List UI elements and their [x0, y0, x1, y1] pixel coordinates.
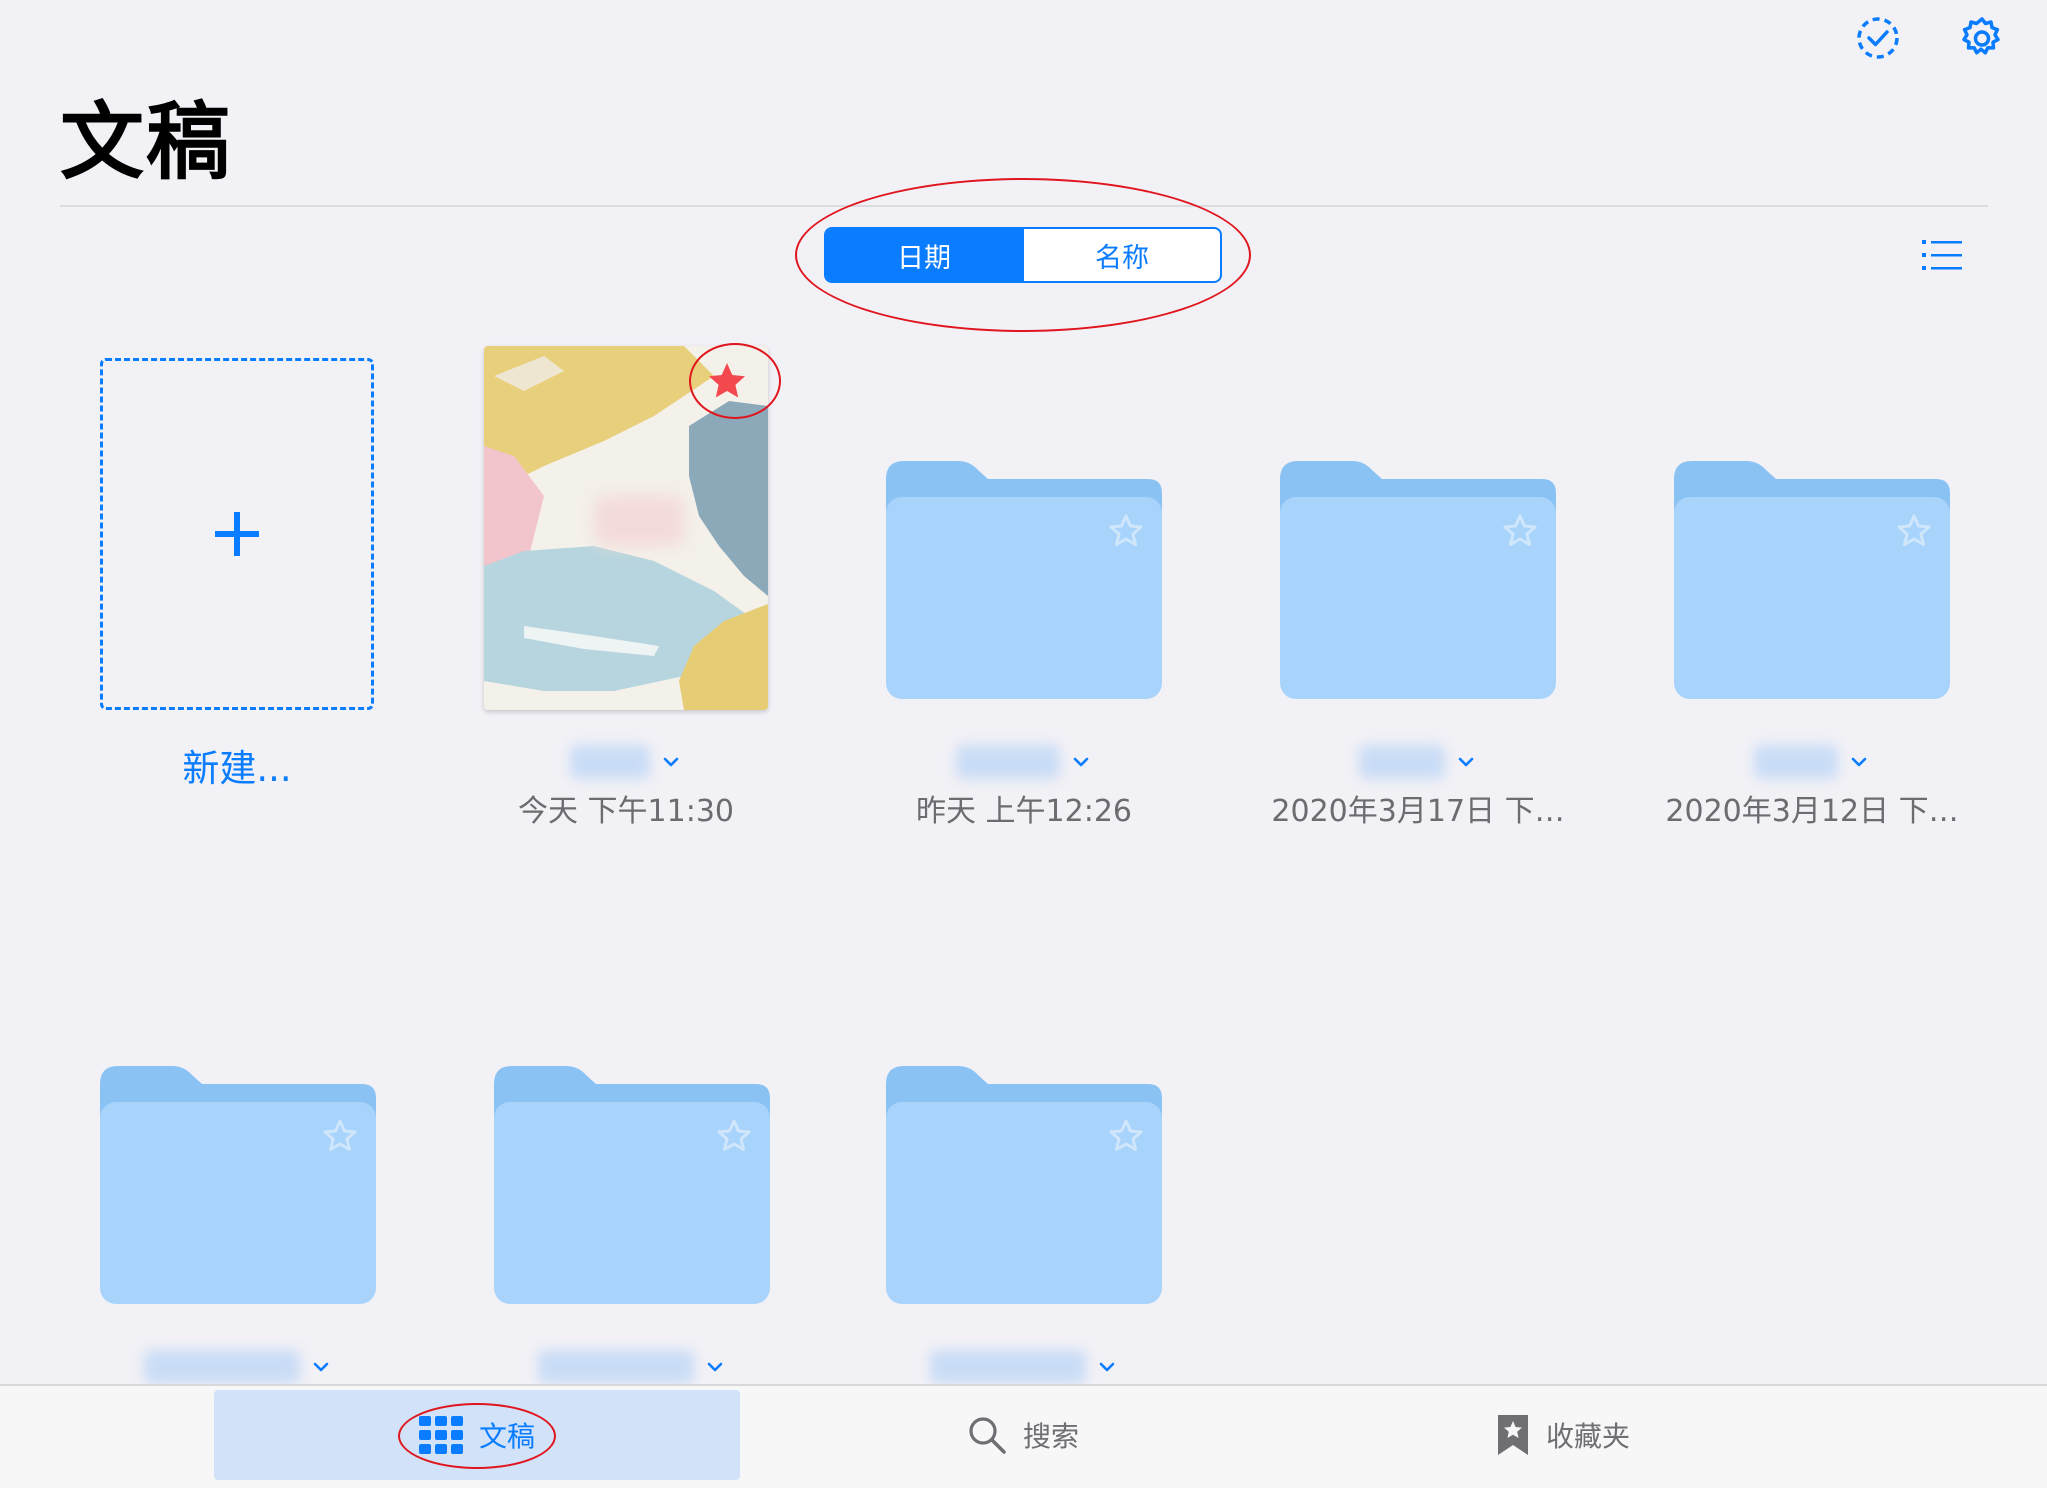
dashed-check-circle-icon	[1857, 17, 1899, 59]
select-button[interactable]	[1846, 6, 1910, 70]
sort-segmented-control[interactable]: 日期 名称	[824, 227, 1222, 283]
list-view-button[interactable]	[1920, 236, 1964, 274]
tab-search[interactable]: 搜索	[760, 1390, 1286, 1480]
new-document-label: 新建...	[182, 747, 292, 790]
item-name-redacted	[930, 1350, 1086, 1384]
item-name-redacted	[538, 1350, 694, 1384]
item-date: 2020年3月12日 下…	[1665, 794, 1959, 829]
page-title: 文稿	[60, 93, 233, 191]
item-name-redacted	[144, 1350, 300, 1384]
sort-by-name-segment[interactable]: 名称	[1022, 229, 1220, 281]
favorite-star-button[interactable]	[706, 360, 748, 402]
item-name-row	[886, 1350, 1162, 1384]
item-name-row	[100, 1350, 376, 1384]
tab-documents[interactable]: 文稿	[214, 1390, 740, 1480]
chevron-down-icon[interactable]	[1096, 1356, 1118, 1378]
grid-icon	[418, 1416, 463, 1454]
folder-icon[interactable]	[1674, 461, 1950, 699]
item-name-redacted	[1754, 745, 1838, 779]
folder-icon[interactable]	[886, 1066, 1162, 1304]
chevron-down-icon[interactable]	[1848, 751, 1870, 773]
chevron-down-icon[interactable]	[1455, 751, 1477, 773]
folder-icon[interactable]	[1280, 461, 1556, 699]
new-document-button[interactable]	[100, 358, 374, 710]
star-filled-icon	[709, 363, 745, 398]
gear-icon	[1962, 17, 2000, 55]
item-name-row	[1674, 745, 1950, 779]
tab-favorites-label: 收藏夹	[1545, 1420, 1630, 1453]
item-name-redacted	[1359, 745, 1445, 779]
bookmark-star-icon	[1497, 1415, 1528, 1455]
folder-icon[interactable]	[494, 1066, 770, 1304]
item-name-row	[886, 745, 1162, 779]
plus-icon	[215, 512, 259, 556]
item-name-redacted	[570, 745, 650, 779]
chevron-down-icon[interactable]	[1070, 751, 1092, 773]
sort-by-date-segment[interactable]: 日期	[826, 229, 1022, 281]
chevron-down-icon[interactable]	[660, 751, 682, 773]
header-divider	[60, 205, 1988, 207]
tab-search-label: 搜索	[1022, 1420, 1079, 1453]
item-name-row	[494, 1350, 770, 1384]
search-icon	[969, 1417, 1006, 1454]
chevron-down-icon[interactable]	[704, 1356, 726, 1378]
item-date: 2020年3月17日 下…	[1271, 794, 1565, 829]
item-name-row	[1280, 745, 1556, 779]
item-name-row	[484, 745, 768, 779]
tab-documents-label: 文稿	[478, 1420, 535, 1453]
tab-favorites[interactable]: 收藏夹	[1300, 1390, 1826, 1480]
settings-button[interactable]	[1950, 6, 2014, 70]
item-date: 今天 下午11:30	[518, 794, 734, 829]
folder-icon[interactable]	[100, 1066, 376, 1304]
item-name-redacted	[956, 745, 1060, 779]
folder-icon[interactable]	[886, 461, 1162, 699]
item-date: 昨天 上午12:26	[916, 794, 1132, 829]
list-icon	[1922, 240, 1962, 270]
chevron-down-icon[interactable]	[310, 1356, 332, 1378]
